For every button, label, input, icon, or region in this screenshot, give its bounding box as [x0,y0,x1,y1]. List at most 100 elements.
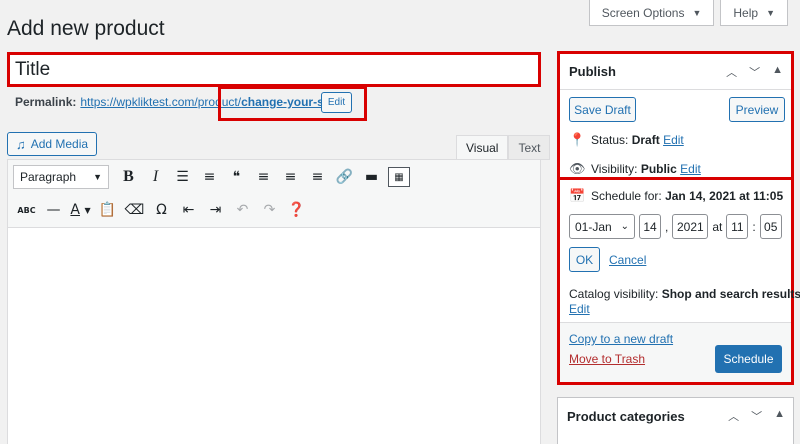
schedule-value: Jan 14, 2021 at 11:05 [665,189,784,203]
strikethrough-icon[interactable]: ABC [13,198,40,222]
status-label: Status: [591,133,629,147]
major-publishing-actions: Copy to a new draft Move to Trash Schedu… [560,322,791,382]
hour-input[interactable]: 11 [726,214,749,239]
chevron-down-icon: ⌄ [620,221,629,232]
visibility-value: Public [640,162,677,176]
add-media-button[interactable]: ♫ Add Media [7,132,97,156]
align-left-icon[interactable]: ≡ [250,165,277,189]
clear-formatting-icon[interactable]: ⌫ [121,198,148,222]
catalog-label: Catalog visibility: [569,287,659,301]
toolbar-toggle-icon[interactable]: ▦ [388,167,410,187]
indent-icon[interactable]: ⇥ [202,198,229,222]
at-label: at [712,219,723,234]
categories-header: Product categories ︿ ﹀ ▲ [558,398,793,434]
chevron-up-icon[interactable]: ︿ [728,408,739,424]
preview-button[interactable]: Preview [729,97,785,122]
calendar-icon: 📅 [569,188,586,203]
schedule-label: Schedule for: [591,189,662,203]
help-button[interactable]: Help ▼ [720,0,788,26]
status-value: Draft [631,133,660,147]
screen-options-label: Screen Options [601,5,685,20]
title-highlight [7,52,541,87]
copy-draft-link[interactable]: Copy to a new draft [569,332,673,346]
italic-icon[interactable]: I [142,165,169,189]
save-draft-button[interactable]: Save Draft [569,97,636,122]
undo-icon[interactable]: ↶ [229,198,256,222]
bulleted-list-icon[interactable]: ☰ [169,165,196,189]
align-right-icon[interactable]: ≡ [304,165,331,189]
catalog-value: Shop and search results [661,287,800,301]
chevron-down-icon[interactable]: ﹀ [749,64,760,80]
box-controls: ︿ ﹀ ▲ [728,408,785,424]
permalink-base: https://wpkliktest.com/product/ [80,95,242,109]
content-editor: Paragraph ▼ B I ☰ ≡ ❝ ≡ ≡ ≡ 🔗 ▬ ▦ ABC — … [7,159,541,444]
edit-slug-button[interactable]: Edit [321,92,352,113]
toolbar-row-2: ABC — A ▼ 📋 ⌫ Ω ⇤ ⇥ ↶ ↷ ❓ [13,198,310,222]
publish-box: Publish ︿ ﹀ ▲ Save Draft Preview 📍 Statu… [557,51,800,385]
link-icon[interactable]: 🔗 [331,165,358,189]
ok-button[interactable]: OK [569,247,600,272]
pin-icon: 📍 [569,132,586,147]
text-color-icon[interactable]: A ▼ [67,198,94,222]
visibility-label: Visibility: [591,162,638,176]
schedule-text: Schedule for: Jan 14, 2021 at 11:05 [591,189,783,203]
year-input[interactable]: 2021 [672,214,709,239]
caret-down-icon: ▼ [93,172,102,182]
align-center-icon[interactable]: ≡ [277,165,304,189]
add-media-label: Add Media [30,137,89,151]
help-circle-icon[interactable]: ❓ [283,198,310,222]
help-label: Help [733,5,759,20]
title-input[interactable] [10,55,538,84]
cancel-link[interactable]: Cancel [609,253,646,267]
categories-title: Product categories [567,408,685,424]
toggle-panel-icon[interactable]: ▲ [772,64,783,80]
status-text: Status: Draft Edit [591,133,684,147]
numbered-list-icon[interactable]: ≡ [196,165,223,189]
toolbar-row-1: Paragraph ▼ B I ☰ ≡ ❝ ≡ ≡ ≡ 🔗 ▬ ▦ [13,165,410,189]
publish-header: Publish ︿ ﹀ ▲ [560,54,791,90]
editor-toolbar: Paragraph ▼ B I ☰ ≡ ❝ ≡ ≡ ≡ 🔗 ▬ ▦ ABC — … [8,160,540,228]
blockquote-icon[interactable]: ❝ [223,165,250,189]
publish-title: Publish [569,64,616,79]
outdent-icon[interactable]: ⇤ [175,198,202,222]
schedule-button[interactable]: Schedule [715,345,782,373]
product-categories-box: Product categories ︿ ﹀ ▲ [557,397,794,444]
caret-down-icon: ▼ [692,7,702,18]
trash-link[interactable]: Move to Trash [569,352,645,366]
chevron-up-icon[interactable]: ︿ [726,64,737,80]
special-character-icon[interactable]: Ω [148,198,175,222]
horizontal-line-icon[interactable]: — [40,198,67,222]
schedule-row: 📅 Schedule for: Jan 14, 2021 at 11:05 [569,188,783,204]
editor-tabs: Visual Text [456,135,551,160]
status-edit-link[interactable]: Edit [663,133,684,147]
visibility-edit-link[interactable]: Edit [680,162,701,176]
catalog-visibility: Catalog visibility: Shop and search resu… [569,287,800,301]
toggle-panel-icon[interactable]: ▲ [774,408,785,424]
schedule-date-inputs: 01-Jan ⌄ 14 , 2021 at 11 : 05 [569,214,782,239]
minute-input[interactable]: 05 [759,214,782,239]
tab-visual[interactable]: Visual [456,135,509,160]
format-select[interactable]: Paragraph ▼ [13,165,109,189]
chevron-down-icon[interactable]: ﹀ [751,408,762,424]
status-row: 📍 Status: Draft Edit [569,132,684,148]
read-more-icon[interactable]: ▬ [358,165,385,189]
month-value: 01-Jan [575,219,612,234]
day-input[interactable]: 14 [639,214,661,239]
redo-icon[interactable]: ↷ [256,198,283,222]
eye-icon: 👁 [569,161,586,176]
schedule-highlight: 📅 Schedule for: Jan 14, 2021 at 11:05 01… [557,177,800,385]
page-title: Add new product [7,17,165,40]
tab-text[interactable]: Text [508,135,551,160]
month-select[interactable]: 01-Jan ⌄ [569,214,635,239]
paste-text-icon[interactable]: 📋 [94,198,121,222]
catalog-edit-link[interactable]: Edit [569,302,590,316]
bold-icon[interactable]: B [115,165,142,189]
screen-options-button[interactable]: Screen Options ▼ [588,0,715,26]
visibility-text: Visibility: Public Edit [591,162,701,176]
media-icon: ♫ [15,136,26,152]
screen-meta: Screen Options ▼ Help ▼ [588,0,788,26]
editor-content-area[interactable] [8,228,540,444]
format-select-value: Paragraph [20,170,77,184]
permalink-label: Permalink: [15,95,77,109]
caret-down-icon: ▼ [766,7,775,18]
